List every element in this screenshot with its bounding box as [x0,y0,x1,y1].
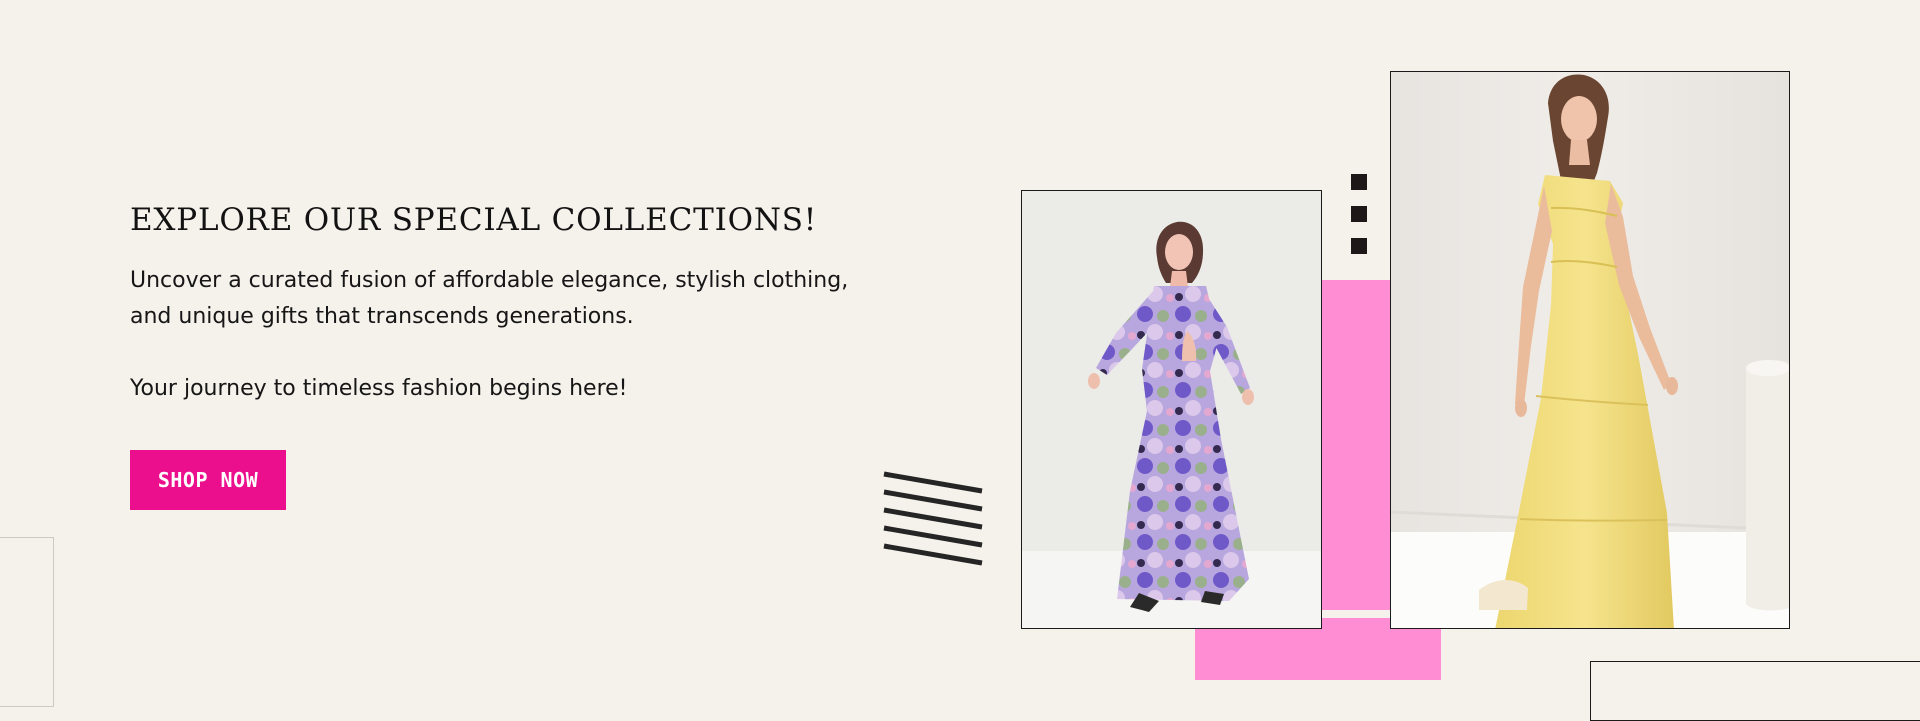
hero-title: EXPLORE OUR SPECIAL COLLECTIONS! [130,202,818,238]
bottom-right-outline-frame [1590,661,1920,721]
diagonal-stripes-icon [882,470,986,566]
floral-dress-photo [1021,190,1322,629]
pink-accent-bar [1321,280,1391,610]
hero-tagline: Your journey to timeless fashion begins … [130,376,628,401]
square-dots-icon [1351,174,1367,256]
hero-text: EXPLORE OUR SPECIAL COLLECTIONS! Uncover… [130,200,850,407]
hero-body: Uncover a curated fusion of affordable e… [130,263,850,407]
yellow-dress-photo [1390,71,1790,629]
left-outline-frame [0,537,54,707]
hero-description: Uncover a curated fusion of affordable e… [130,268,849,329]
shop-now-button[interactable]: SHOP NOW [130,450,286,510]
